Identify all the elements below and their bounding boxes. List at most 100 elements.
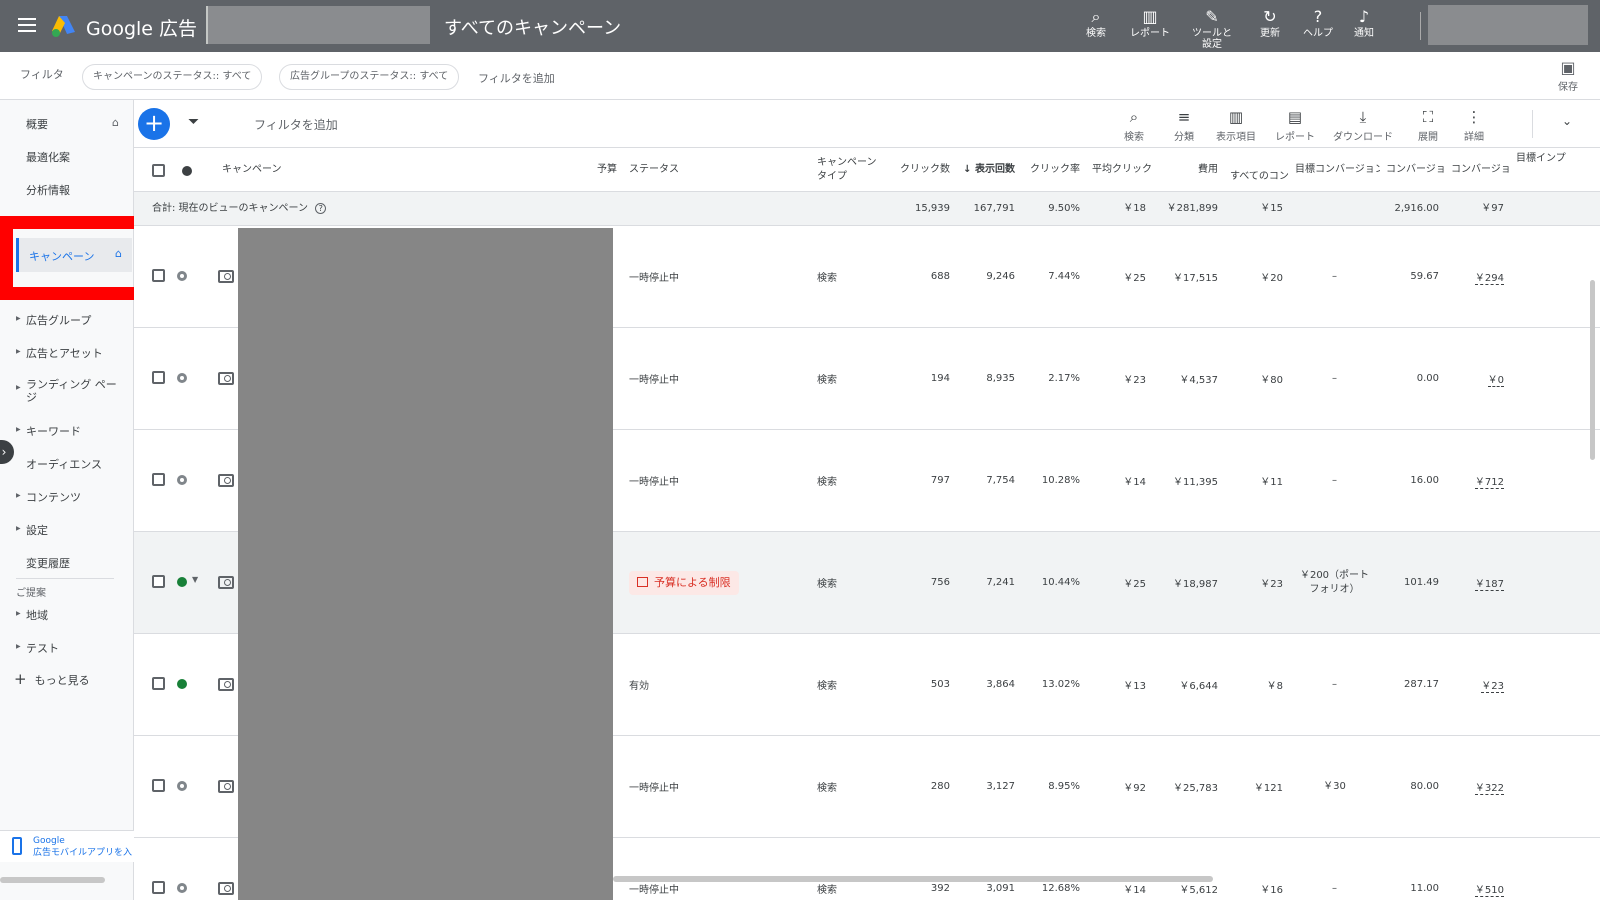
sidebar-item-change-history[interactable]: 変更履歴: [26, 555, 70, 571]
menu-icon[interactable]: [18, 18, 36, 32]
help-icon[interactable]: ?: [315, 203, 327, 214]
sidebar-item-experiments[interactable]: ▶ テスト: [16, 640, 59, 656]
cell-conversions: 16.00: [1410, 475, 1439, 486]
col-header-type[interactable]: キャンペーンタイプ: [811, 148, 890, 192]
cost-per-conv-value[interactable]: ￥187: [1474, 575, 1504, 591]
status-text: 予算による制限: [654, 575, 731, 589]
row-checkbox[interactable]: [152, 473, 165, 486]
sidebar-item-audiences[interactable]: オーディエンス: [26, 456, 102, 472]
row-checkbox[interactable]: [152, 779, 165, 792]
sidebar-item-content[interactable]: ▶ コンテンツ: [16, 489, 81, 505]
cell-clicks: 392: [930, 883, 950, 894]
cell-cost: ￥25,783: [1173, 783, 1218, 794]
cost-per-conv-value[interactable]: ￥712: [1474, 473, 1504, 489]
col-header-impressions[interactable]: ↓ 表示回数: [956, 148, 1021, 192]
filter-icon[interactable]: ⏷: [188, 114, 199, 130]
col-header-target-impr[interactable]: 目標インプ: [1510, 148, 1575, 192]
status-dot-icon[interactable]: [177, 475, 187, 485]
sidebar-item-recommendations[interactable]: 最適化案: [26, 149, 70, 165]
toolbar-download-button[interactable]: ⤓ ダウンロード: [1328, 106, 1398, 143]
toolbar-segment-button[interactable]: ≡ 分類: [1164, 106, 1204, 143]
header-notifications-button[interactable]: ♪ 通知: [1336, 6, 1392, 39]
col-header-conversions[interactable]: コンバージョン: [1380, 148, 1445, 192]
cost-per-conv-value[interactable]: ￥322: [1474, 779, 1504, 795]
totals-cost-per-conv: ￥97: [1481, 203, 1504, 214]
sidebar-item-landing-pages[interactable]: ▶ ランディング ページ: [16, 378, 118, 404]
col-header-avg-cpc[interactable]: 平均クリック: [1086, 148, 1152, 192]
top-app-bar: Google 広告 すべてのキャンペーン ⌕ 検索 ▥ レポート ✎ ツールと設定 ↻…: [0, 0, 1600, 52]
status-dot-icon[interactable]: [177, 271, 187, 281]
status-cell: 一時停止中: [629, 477, 679, 488]
table-horizontal-scrollbar[interactable]: [613, 876, 1213, 882]
add-campaign-button[interactable]: +: [138, 108, 170, 140]
status-dot-icon[interactable]: [177, 883, 187, 893]
status-dot-icon[interactable]: [177, 781, 187, 791]
sidebar-collapse-toggle[interactable]: ›: [0, 440, 14, 464]
col-header-cost[interactable]: 費用: [1152, 148, 1224, 192]
sidebar-item-ads-assets[interactable]: ▶ 広告とアセット: [16, 345, 103, 361]
add-filter-link[interactable]: フィルタを追加: [478, 70, 555, 86]
col-header-cost-per-conv[interactable]: コンバージョン: [1445, 148, 1510, 192]
cost-per-conv-value[interactable]: ￥23: [1481, 677, 1504, 693]
sidebar-scrollbar[interactable]: [0, 877, 105, 883]
expand-arrow-icon: ▶: [16, 492, 21, 499]
cost-per-conv-value[interactable]: ￥0: [1487, 371, 1504, 387]
toolbar-download-label: ダウンロード: [1333, 132, 1393, 143]
sidebar-item-settings[interactable]: ▶ 設定: [16, 522, 48, 538]
col-header-target-cpa[interactable]: 目標コンバージョン: [1289, 148, 1380, 192]
toolbar-expand-button[interactable]: ⛶ 展開: [1410, 106, 1446, 143]
toolbar-columns-button[interactable]: ▥ 表示項目: [1208, 106, 1264, 143]
status-dot-icon[interactable]: [177, 577, 187, 587]
sidebar-divider: [16, 578, 114, 579]
toolbar-search-button[interactable]: ⌕ 検索: [1114, 106, 1154, 143]
toolbar-report-button[interactable]: ▤ レポート: [1270, 106, 1320, 143]
row-checkbox[interactable]: [152, 677, 165, 690]
sidebar-item-locations[interactable]: ▶ 地域: [16, 607, 48, 623]
sidebar-item-overview[interactable]: 概要: [26, 116, 48, 132]
col-header-budget[interactable]: 予算: [466, 148, 623, 192]
col-header-ctr[interactable]: クリック率: [1021, 148, 1086, 192]
campaign-status-filter-chip[interactable]: キャンペーンのステータス:: すべて: [82, 64, 263, 90]
toolbar-add-filter[interactable]: フィルタを追加: [254, 116, 338, 133]
adgroup-status-filter-chip[interactable]: 広告グループのステータス:: すべて: [279, 64, 460, 90]
sidebar-item-insights[interactable]: 分析情報: [26, 182, 70, 198]
cell-cost: ￥4,537: [1179, 375, 1218, 386]
user-account-redacted[interactable]: [1428, 5, 1588, 45]
row-checkbox[interactable]: [152, 371, 165, 384]
col-header-all-conv-cost[interactable]: すべてのコンバ: [1224, 148, 1289, 192]
col-header-clicks[interactable]: クリック数: [890, 148, 956, 192]
cell-type: 検索: [817, 477, 837, 488]
status-dot-icon[interactable]: [177, 679, 187, 689]
cost-per-conv-value[interactable]: ￥510: [1474, 881, 1504, 897]
budget-limited-badge[interactable]: 予算による制限: [629, 570, 739, 595]
select-all-checkbox[interactable]: [152, 164, 165, 177]
row-checkbox[interactable]: [152, 575, 165, 588]
cell-target-cpa: –: [1332, 474, 1337, 486]
more-vert-icon: ⋮: [1466, 108, 1482, 126]
sidebar-item-settings-label: 設定: [26, 524, 48, 537]
show-more-button[interactable]: + もっと見る: [14, 670, 90, 688]
row-checkbox[interactable]: [152, 881, 165, 894]
save-button[interactable]: ▣ 保存: [1550, 58, 1586, 93]
header-tools-button[interactable]: ✎ ツールと設定: [1184, 6, 1240, 50]
toolbar-segment-label: 分類: [1174, 132, 1194, 143]
table-vertical-scrollbar[interactable]: [1590, 280, 1595, 460]
status-dot-icon[interactable]: [177, 373, 187, 383]
expand-arrow-icon: ▶: [16, 525, 21, 532]
sidebar-item-keywords[interactable]: ▶ キーワード: [16, 423, 81, 439]
mobile-app-promo[interactable]: Google 広告モバイルアプリを入: [0, 830, 134, 862]
header-report-button[interactable]: ▥ レポート: [1122, 6, 1178, 39]
redacted-campaign-names: [238, 228, 613, 900]
col-header-status[interactable]: ステータス: [623, 148, 811, 192]
account-selector-redacted[interactable]: [206, 6, 430, 44]
header-search-button[interactable]: ⌕ 検索: [1068, 6, 1124, 39]
chevron-down-icon[interactable]: ▼: [192, 575, 198, 584]
totals-label: 合計: 現在のビューのキャンペーン ?: [152, 192, 327, 226]
col-header-campaign[interactable]: キャンペーン: [216, 148, 466, 192]
toolbar-more-button[interactable]: ⋮ 詳細: [1456, 106, 1492, 143]
sidebar-item-ad-groups[interactable]: ▶ 広告グループ: [16, 312, 91, 328]
chevron-down-icon[interactable]: ⌄: [1562, 114, 1572, 128]
row-checkbox[interactable]: [152, 269, 165, 282]
mobile-app-promo-text: Google 広告モバイルアプリを入: [33, 835, 132, 859]
cost-per-conv-value[interactable]: ￥294: [1474, 269, 1504, 285]
